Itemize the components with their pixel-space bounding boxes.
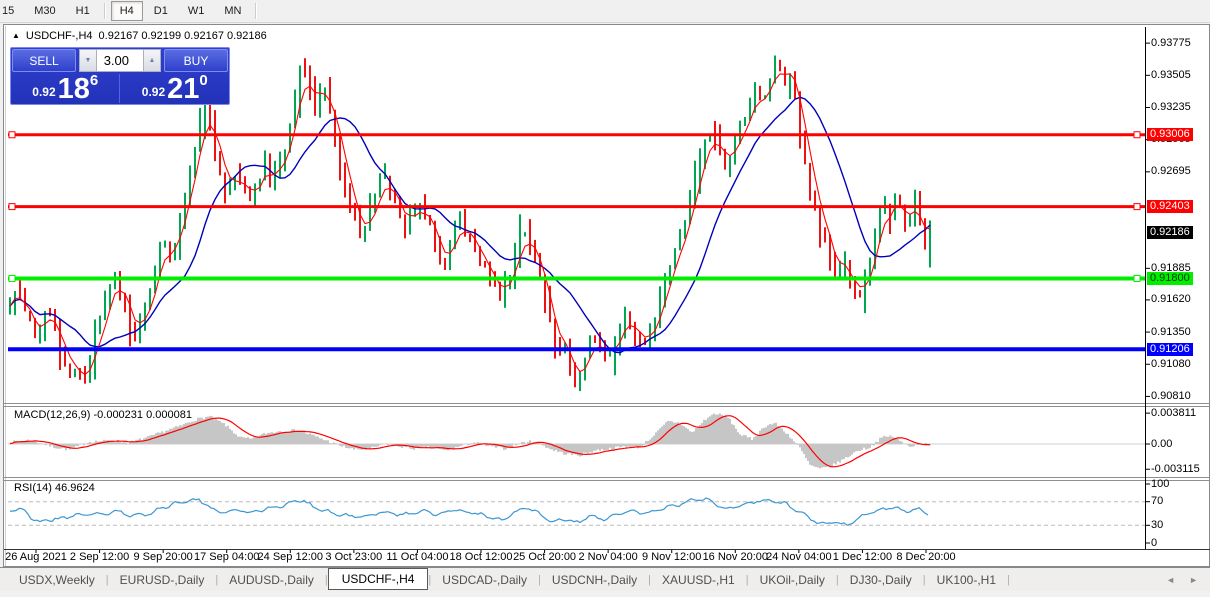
- trade-panel-price-row: 0.92 18 6 0.92 21 0: [11, 73, 229, 104]
- time-label: 9 Sep 20:00: [133, 551, 193, 563]
- volume-stepper: ▼ 3.00 ▲: [79, 49, 161, 72]
- buy-price-prefix: 0.92: [141, 85, 166, 99]
- volume-input[interactable]: 3.00: [97, 49, 143, 72]
- time-label: 17 Sep 04:00: [193, 551, 260, 563]
- one-click-trading-panel: SELL ▼ 3.00 ▲ BUY 0.92 18 6 0.92 21 0: [10, 47, 230, 105]
- time-label: 1 Dec 12:00: [832, 551, 893, 563]
- rsi-axis-label: 100: [1151, 477, 1170, 490]
- chart-tab-USDCHF-H4[interactable]: USDCHF-,H4: [327, 567, 429, 590]
- tab-scroll-arrows: ◄ ►: [1166, 575, 1198, 585]
- sell-price-prefix: 0.92: [32, 85, 56, 99]
- macd-axis-label: 0.003811: [1151, 406, 1197, 419]
- hline-price-label: 0.92403: [1147, 200, 1193, 214]
- macd-axis-label: 0.00: [1151, 437, 1173, 450]
- timeframe-button-H1[interactable]: H1: [67, 1, 99, 21]
- chart-title: ▲ USDCHF-,H4 0.92167 0.92199 0.92167 0.9…: [12, 30, 267, 42]
- tab-scroll-left-icon[interactable]: ◄: [1166, 575, 1175, 585]
- price-tick-label: 0.90810: [1151, 389, 1191, 402]
- chart-tab-XAUUSD-H1[interactable]: XAUUSD-,H1: [651, 570, 746, 590]
- rsi-label: RSI(14) 46.9624: [14, 482, 95, 494]
- volume-increase-icon[interactable]: ▲: [143, 49, 161, 72]
- sell-price-point: 6: [89, 72, 99, 89]
- price-tick-label: 0.91080: [1151, 357, 1191, 370]
- time-label: 25 Oct 20:00: [513, 551, 577, 563]
- rsi-axis-label: 70: [1151, 495, 1164, 508]
- rsi-axis-label: 0: [1151, 536, 1158, 549]
- hline-price-label: 0.93006: [1147, 128, 1193, 142]
- time-label: 18 Oct 12:00: [449, 551, 513, 563]
- timeframe-button-MN[interactable]: MN: [215, 1, 250, 21]
- price-tick-label: 0.91620: [1151, 293, 1191, 306]
- timeframe-button-M30[interactable]: M30: [25, 1, 64, 21]
- toolbar-separator: [103, 3, 106, 19]
- buy-button[interactable]: BUY: [164, 49, 228, 72]
- trade-panel-top-row: SELL ▼ 3.00 ▲ BUY: [11, 48, 229, 73]
- chart-tab-USDCAD-Daily[interactable]: USDCAD-,Daily: [431, 570, 538, 590]
- time-label: 24 Sep 12:00: [257, 551, 324, 563]
- time-label: 2 Nov 04:00: [578, 551, 638, 563]
- chart-tab-UKOil-Daily[interactable]: UKOil-,Daily: [749, 570, 836, 590]
- tab-divider: |: [1007, 573, 1010, 586]
- sell-price[interactable]: 0.92 18 6: [12, 72, 120, 105]
- price-tick-label: 0.91350: [1151, 325, 1191, 338]
- price-tick-label: 0.93775: [1151, 36, 1191, 49]
- price-tick-label: 0.92695: [1151, 165, 1191, 178]
- buy-price-point: 0: [199, 72, 208, 89]
- timeframe-toolbar: 15 M30 H1 H4 D1 W1 MN: [0, 0, 1210, 23]
- macd-label: MACD(12,26,9) -0.000231 0.000081: [14, 409, 192, 421]
- time-label: 2 Sep 12:00: [69, 551, 130, 563]
- toolbar-separator: [255, 3, 258, 19]
- time-label: 24 Nov 04:00: [766, 551, 832, 563]
- volume-decrease-icon[interactable]: ▼: [79, 49, 97, 72]
- hline-price-label: 0.91800: [1147, 271, 1193, 285]
- timeframe-button-D1[interactable]: D1: [145, 1, 177, 21]
- chart-tab-USDX-Weekly[interactable]: USDX,Weekly: [8, 570, 106, 590]
- timeframe-button-H4[interactable]: H4: [110, 1, 143, 21]
- mt4-terminal: 15 M30 H1 H4 D1 W1 MN ▲ USDCHF-,H4 0.92167 0.9…: [0, 0, 1210, 597]
- sell-price-main: 18: [57, 73, 90, 105]
- chart-tab-AUDUSD-Daily[interactable]: AUDUSD-,Daily: [218, 570, 325, 590]
- price-tick-label: 0.93235: [1151, 100, 1191, 113]
- tab-scroll-right-icon[interactable]: ►: [1189, 575, 1198, 585]
- rsi-axis-label: 30: [1151, 518, 1164, 531]
- buy-price-main: 21: [167, 73, 200, 105]
- symbol-period-label: USDCHF-,H4: [25, 30, 93, 42]
- buy-price[interactable]: 0.92 21 0: [122, 72, 229, 105]
- time-label: 3 Oct 23:00: [325, 551, 383, 563]
- timeframe-button-W1[interactable]: W1: [179, 1, 214, 21]
- chart-tab-USDCNH-Daily[interactable]: USDCNH-,Daily: [541, 570, 648, 590]
- macd-values: -0.000231 0.000081: [93, 409, 192, 421]
- current-price-label: 0.92186: [1147, 225, 1193, 239]
- rsi-value: 46.9624: [54, 482, 95, 494]
- time-label: 16 Nov 20:00: [702, 551, 768, 563]
- chart-tab-EURUSD-Daily[interactable]: EURUSD-,Daily: [109, 570, 216, 590]
- chart-window: [3, 24, 1210, 567]
- timeframe-button-15[interactable]: 15: [0, 1, 23, 21]
- macd-axis-label: -0.003115: [1151, 462, 1200, 475]
- ohlc-values: 0.92167 0.92199 0.92167 0.92186: [98, 30, 267, 42]
- hline-price-label: 0.91206: [1147, 342, 1193, 356]
- price-tick-label: 0.93505: [1151, 68, 1191, 81]
- time-label: 11 Oct 04:00: [386, 551, 449, 563]
- time-label: 9 Nov 12:00: [642, 551, 702, 563]
- sell-button[interactable]: SELL: [12, 49, 76, 72]
- chart-tab-bar: USDX,Weekly | EURUSD-,Daily | AUDUSD-,Daily |…: [0, 567, 1210, 591]
- chart-tab-DJ30-Daily[interactable]: DJ30-,Daily: [839, 570, 923, 590]
- time-label: 8 Dec 20:00: [896, 551, 956, 563]
- chart-tab-UK100-H1[interactable]: UK100-,H1: [926, 570, 1007, 590]
- time-label: 26 Aug 2021: [5, 551, 67, 563]
- collapse-panel-icon[interactable]: ▲: [12, 32, 20, 40]
